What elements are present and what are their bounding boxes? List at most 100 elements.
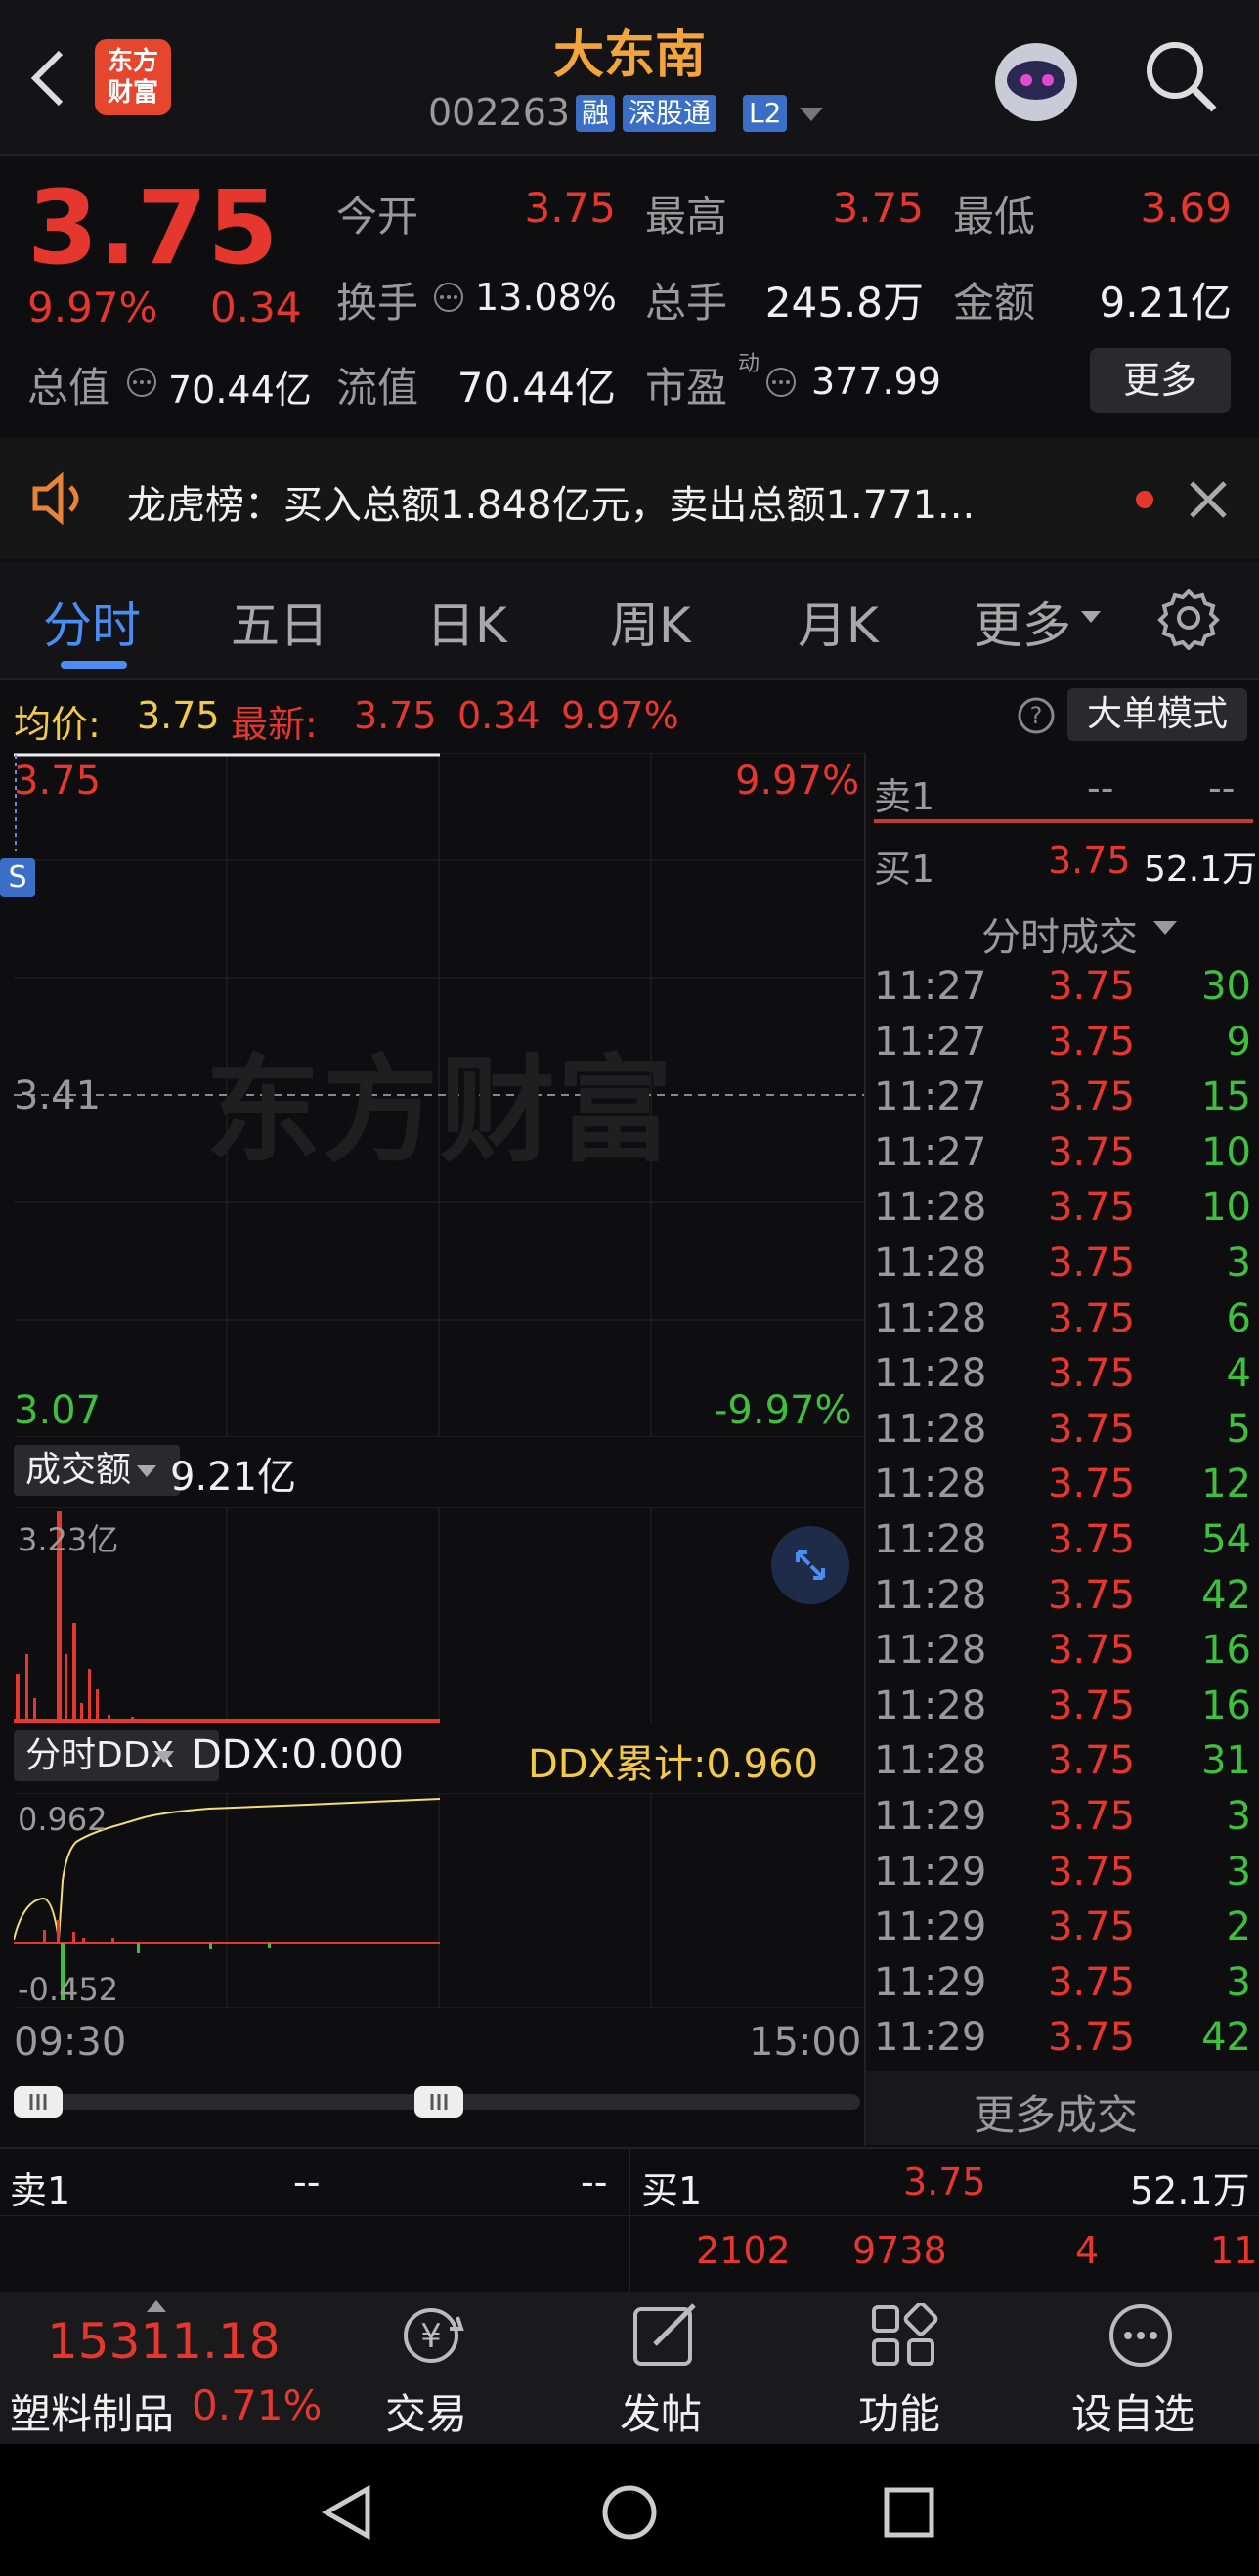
- index-percent[interactable]: 0.71%: [192, 2381, 322, 2429]
- ddx-cumulative: DDX累计:0.960: [528, 1742, 818, 1787]
- big-order-mode-button[interactable]: 大单模式: [1067, 688, 1247, 741]
- tab-more[interactable]: 更多: [974, 587, 1071, 657]
- trade-icon[interactable]: ¥: [389, 2301, 473, 2374]
- trade-time: 11:29: [874, 2015, 987, 2061]
- open-value: 3.75: [524, 184, 616, 232]
- ddx-value: DDX:0.000: [192, 1732, 404, 1777]
- volume-chart: [14, 1506, 864, 1723]
- trades-header[interactable]: 分时成交: [981, 905, 1138, 962]
- trade-volume: 16: [1201, 1628, 1251, 1674]
- nav-post-label[interactable]: 发帖: [620, 2381, 702, 2441]
- add-watchlist-icon[interactable]: [1107, 2301, 1175, 2374]
- bottom-buy1-label: 买1: [641, 2169, 703, 2212]
- function-grid-icon[interactable]: [870, 2301, 938, 2372]
- latest-change: 0.34: [457, 694, 541, 737]
- trade-price: 3.75: [1048, 1406, 1136, 1452]
- range-slider-right-handle[interactable]: [414, 2086, 463, 2118]
- total-value-label: 总值: [27, 364, 110, 412]
- trade-price: 3.75: [1048, 1351, 1136, 1397]
- ddx-bottom-label: -0.452: [18, 1971, 119, 2008]
- bottom-book-mid-divider: [629, 2149, 630, 2292]
- trade-volume: 54: [1201, 1517, 1251, 1562]
- pct-bottom-label: -9.97%: [714, 1388, 852, 1433]
- low-label: 最低: [953, 193, 1036, 240]
- ddx-selector[interactable]: 分时DDX: [14, 1730, 220, 1781]
- search-icon[interactable]: [1142, 37, 1220, 115]
- brand-logo: 东方 财富: [95, 39, 171, 115]
- trade-price: 3.75: [1048, 1185, 1136, 1231]
- tab-monthly-k[interactable]: 月K: [798, 587, 879, 657]
- amount-label: 金额: [953, 279, 1036, 327]
- nav-trade-label[interactable]: 交易: [385, 2381, 467, 2441]
- bottom-count-4: 11: [1210, 2229, 1258, 2272]
- more-button[interactable]: 更多: [1090, 348, 1231, 413]
- avg-price-value: 3.75: [137, 694, 220, 737]
- sell-signal-marker[interactable]: S: [0, 858, 35, 897]
- bottom-book-row-divider: [0, 2215, 1259, 2216]
- back-icon[interactable]: [20, 39, 78, 117]
- tab-intraday[interactable]: 分时: [43, 587, 141, 657]
- trade-row: 11:28 3.75 10: [874, 1185, 1255, 1240]
- more-trades-label[interactable]: 更多成交: [974, 2082, 1138, 2142]
- trade-time: 11:28: [874, 1295, 987, 1341]
- level2-badge: L2: [743, 95, 788, 132]
- notice-text[interactable]: 龙虎榜：买入总额1.848亿元，卖出总额1.771...: [127, 473, 975, 530]
- volume-max-label: 3.23亿: [18, 1521, 119, 1558]
- bottom-buy1-price: 3.75: [903, 2161, 986, 2204]
- nav-function-label[interactable]: 功能: [858, 2381, 940, 2441]
- trade-time: 11:29: [874, 1904, 987, 1950]
- stock-code: 002263: [428, 91, 571, 134]
- system-home-icon[interactable]: [600, 2483, 659, 2546]
- float-value: 70.44亿: [456, 364, 616, 412]
- index-name[interactable]: 塑料制品: [10, 2381, 174, 2441]
- gear-icon[interactable]: [1156, 586, 1221, 654]
- info-icon[interactable]: [764, 366, 798, 403]
- trade-row: 11:28 3.75 16: [874, 1683, 1255, 1738]
- latest-label: 最新:: [231, 703, 318, 746]
- tab-weekly-k[interactable]: 周K: [610, 587, 691, 657]
- system-recents-icon[interactable]: [882, 2485, 936, 2544]
- chevron-down-icon[interactable]: [798, 106, 825, 129]
- buy1-volume: 52.1万: [1144, 850, 1258, 890]
- header-divider: [0, 154, 1259, 156]
- bottom-sell1-label: 卖1: [10, 2169, 71, 2212]
- index-value[interactable]: 15311.18: [47, 2313, 281, 2370]
- logo-text-line2: 财富: [107, 78, 158, 108]
- info-icon[interactable]: [432, 281, 465, 318]
- trade-row: 11:28 3.75 5: [874, 1407, 1255, 1462]
- volume-label: 总手: [645, 279, 728, 327]
- trade-row: 11:29 3.75 3: [874, 1960, 1255, 2015]
- trade-price: 3.75: [1048, 1572, 1136, 1618]
- robot-assistant-icon[interactable]: [987, 31, 1085, 129]
- trade-time: 11:28: [874, 1738, 987, 1784]
- bottom-sell1-volume: --: [581, 2161, 608, 2204]
- tab-more-caret-icon: [1081, 610, 1101, 629]
- latest-percent: 9.97%: [561, 694, 679, 737]
- trade-time: 11:28: [874, 1351, 987, 1397]
- compose-post-icon[interactable]: [630, 2301, 704, 2374]
- trade-price: 3.75: [1048, 1738, 1136, 1784]
- bottom-buy1-volume: 52.1万: [1130, 2169, 1250, 2212]
- help-icon[interactable]: ?: [1017, 696, 1056, 739]
- trade-time: 11:27: [874, 964, 987, 1009]
- tab-five-day[interactable]: 五日: [231, 587, 328, 657]
- trade-price: 3.75: [1048, 1682, 1136, 1728]
- trade-volume: 6: [1226, 1295, 1251, 1341]
- range-slider-left-handle[interactable]: [14, 2086, 63, 2118]
- close-icon[interactable]: [1188, 479, 1229, 524]
- bottom-count-3: 4: [1075, 2229, 1100, 2272]
- nav-add-watchlist-label[interactable]: 设自选: [1071, 2381, 1194, 2441]
- trade-row: 11:27 3.75 15: [874, 1074, 1255, 1129]
- stock-title[interactable]: 大东南: [532, 14, 727, 87]
- expand-icon[interactable]: [770, 1525, 850, 1609]
- trade-row: 11:29 3.75 42: [874, 2015, 1255, 2070]
- chart-watermark: 东方财富: [205, 1043, 675, 1178]
- trade-volume: 12: [1201, 1462, 1251, 1507]
- trade-volume: 31: [1201, 1738, 1251, 1784]
- info-icon[interactable]: [125, 366, 158, 403]
- high-value: 3.75: [832, 184, 924, 232]
- open-label: 今开: [336, 193, 419, 240]
- tab-daily-k[interactable]: 日K: [426, 587, 507, 657]
- system-back-icon[interactable]: [319, 2483, 377, 2546]
- pct-top-label: 9.97%: [735, 759, 860, 804]
